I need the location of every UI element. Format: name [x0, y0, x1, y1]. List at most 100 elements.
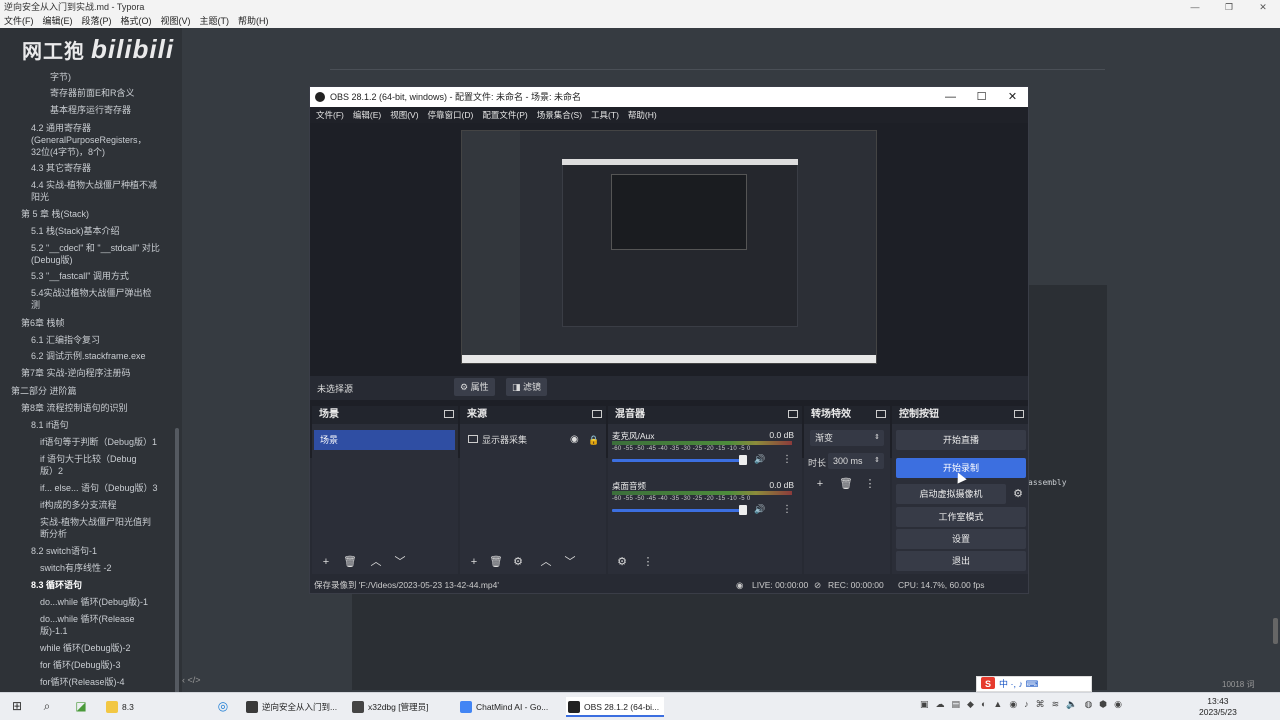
outline-item[interactable]: (Debug版): [31, 254, 73, 266]
menu-item[interactable]: 视图(V): [161, 14, 191, 28]
tray-icon[interactable]: ☁: [936, 699, 945, 710]
speaker-icon[interactable]: 🔊: [754, 504, 765, 515]
menu-item[interactable]: 编辑(E): [353, 107, 381, 123]
outline-item[interactable]: 寄存器前面E和R含义: [50, 87, 135, 99]
outline-item[interactable]: 版)-1.1: [40, 625, 68, 637]
menu-item[interactable]: 帮助(H): [238, 14, 269, 28]
sidebar-scrollbar[interactable]: [175, 428, 179, 698]
taskbar-app[interactable]: x32dbg [管理员]: [350, 697, 446, 717]
windows-start-icon[interactable]: ⊞: [10, 699, 24, 713]
outline-item[interactable]: if... else... 语句（Debug版）3: [40, 482, 158, 494]
eye-icon[interactable]: ◉: [570, 432, 579, 448]
volume-slider[interactable]: [612, 509, 744, 512]
outline-item[interactable]: for 循环(Debug版)-3: [40, 659, 121, 671]
outline-item[interactable]: 基本程序运行寄存器: [50, 104, 131, 116]
outline-item[interactable]: do...while 循环(Debug版)-1: [40, 596, 148, 608]
more-icon[interactable]: ⋮: [782, 454, 792, 465]
tray-icon[interactable]: ♪: [1024, 699, 1029, 710]
clock[interactable]: 13:43 2023/5/23: [1199, 696, 1237, 718]
undock-icon[interactable]: [876, 410, 886, 418]
outline-item[interactable]: for循环(Release版)-4: [40, 676, 125, 688]
tray-icon[interactable]: ◐: [981, 699, 986, 710]
taskbar-app[interactable]: ChatMind AI - Go...: [458, 697, 556, 717]
close-icon[interactable]: ✕: [1246, 0, 1280, 14]
outline-item[interactable]: 32位(4字节)，8个): [31, 146, 105, 158]
outline-item[interactable]: 断分析: [40, 528, 67, 540]
outline-item[interactable]: if 语句大于比较（Debug: [40, 453, 137, 465]
taskbar-app[interactable]: 逆向安全从入门到...: [244, 697, 340, 717]
outline-item[interactable]: (GeneralPurposeRegisters，: [31, 134, 147, 146]
outline-item[interactable]: if构成的多分支流程: [40, 499, 117, 511]
undock-icon[interactable]: [1014, 410, 1024, 418]
minimize-icon[interactable]: —: [935, 87, 966, 107]
scene-item[interactable]: 场景: [314, 430, 455, 450]
menu-item[interactable]: 段落(P): [82, 14, 112, 28]
menu-item[interactable]: 场景集合(S): [537, 107, 582, 123]
tray-icon[interactable]: ▲: [993, 699, 1002, 710]
outline-item[interactable]: 第7章 实战-逆向程序注册码: [21, 367, 131, 379]
outline-item[interactable]: 4.2 通用寄存器: [31, 122, 91, 134]
start-virtual-camera-button[interactable]: 启动虚拟摄像机: [896, 484, 1006, 504]
app-green-icon[interactable]: ◪: [74, 699, 88, 713]
undock-icon[interactable]: [592, 410, 602, 418]
outline-item[interactable]: 8.1 if语句: [31, 419, 69, 431]
trash-icon[interactable]: 🗑: [342, 554, 358, 570]
advanced-audio-icon[interactable]: ⚙: [614, 554, 630, 570]
outline-item[interactable]: 5.1 栈(Stack)基本介绍: [31, 225, 120, 237]
outline-item[interactable]: switch有序线性 -2: [40, 562, 112, 574]
add-icon[interactable]: +: [318, 554, 334, 570]
chevron-down-icon[interactable]: ﹀: [562, 554, 578, 570]
outline-item[interactable]: do...while 循环(Release: [40, 613, 135, 625]
tray-icon[interactable]: ▤: [952, 699, 961, 710]
speaker-icon[interactable]: 🔊: [754, 454, 765, 465]
outline-item[interactable]: 阳光: [31, 191, 49, 203]
outline-item[interactable]: 实战-植物大战僵尸阳光值判: [40, 516, 151, 528]
outline-item[interactable]: 版）2: [40, 465, 63, 477]
outline-item[interactable]: 第二部分 进阶篇: [11, 385, 77, 397]
chevron-up-icon[interactable]: ︿: [368, 554, 384, 570]
menu-item[interactable]: 帮助(H): [628, 107, 657, 123]
outline-item[interactable]: if语句等于判断（Debug版）1: [40, 436, 157, 448]
menu-item[interactable]: 文件(F): [316, 107, 344, 123]
taskbar-app[interactable]: 8.3: [104, 697, 192, 717]
volume-icon[interactable]: 🔈: [1066, 699, 1077, 710]
exit-button[interactable]: 退出: [896, 551, 1026, 571]
spinner-icon[interactable]: ⇕: [874, 453, 880, 469]
trash-icon[interactable]: 🗑: [488, 554, 504, 570]
duration-input[interactable]: 300 ms ⇕: [828, 453, 884, 469]
volume-slider-handle[interactable]: [739, 505, 748, 515]
chevron-down-icon[interactable]: ﹀: [392, 554, 408, 570]
tray-icon[interactable]: ▣: [920, 699, 929, 710]
outline-item[interactable]: 4.4 实战-植物大战僵尸种植不减: [31, 179, 157, 191]
taskbar-app[interactable]: OBS 28.1.2 (64-bi...: [566, 697, 664, 717]
studio-mode-button[interactable]: 工作室模式: [896, 507, 1026, 527]
sidebar-footer[interactable]: ‹ </>: [182, 675, 202, 691]
tray-icon[interactable]: ◉: [1009, 699, 1017, 710]
lock-icon[interactable]: 🔒: [588, 432, 599, 448]
outline-item[interactable]: 8.2 switch语句-1: [31, 545, 97, 557]
volume-slider[interactable]: [612, 459, 744, 462]
word-count[interactable]: 10018 词: [1222, 679, 1254, 690]
start-streaming-button[interactable]: 开始直播: [896, 430, 1026, 450]
menu-item[interactable]: 停靠窗口(D): [428, 107, 474, 123]
chevron-up-icon[interactable]: ︿: [538, 554, 554, 570]
outline-item[interactable]: 5.2 "__cdecl" 和 "__stdcall" 对比: [31, 242, 160, 254]
menu-item[interactable]: 主题(T): [200, 14, 230, 28]
outline-item[interactable]: 6.2 调试示例.stackframe.exe: [31, 350, 146, 362]
tray-icon[interactable]: ⬢: [1099, 699, 1107, 710]
browser-icon[interactable]: ◎: [216, 699, 230, 713]
menu-item[interactable]: 视图(V): [390, 107, 418, 123]
source-item[interactable]: 显示器采集 ◉ 🔒: [466, 432, 606, 448]
gear-icon[interactable]: ⚙: [1010, 486, 1026, 502]
volume-slider-handle[interactable]: [739, 455, 748, 465]
tray-icon[interactable]: ◉: [1114, 699, 1122, 710]
add-icon[interactable]: +: [812, 476, 828, 492]
settings-button[interactable]: 设置: [896, 529, 1026, 549]
close-icon[interactable]: ✕: [997, 87, 1028, 107]
outline-item[interactable]: 4.3 其它寄存器: [31, 162, 91, 174]
outline-item[interactable]: 第8章 流程控制语句的识别: [21, 402, 128, 414]
tray-icon[interactable]: ⌘: [1036, 699, 1045, 710]
transition-select[interactable]: 渐变 ⇕: [810, 430, 884, 446]
properties-button[interactable]: ⚙ 属性: [454, 378, 495, 396]
restore-icon[interactable]: ❐: [1212, 0, 1246, 14]
